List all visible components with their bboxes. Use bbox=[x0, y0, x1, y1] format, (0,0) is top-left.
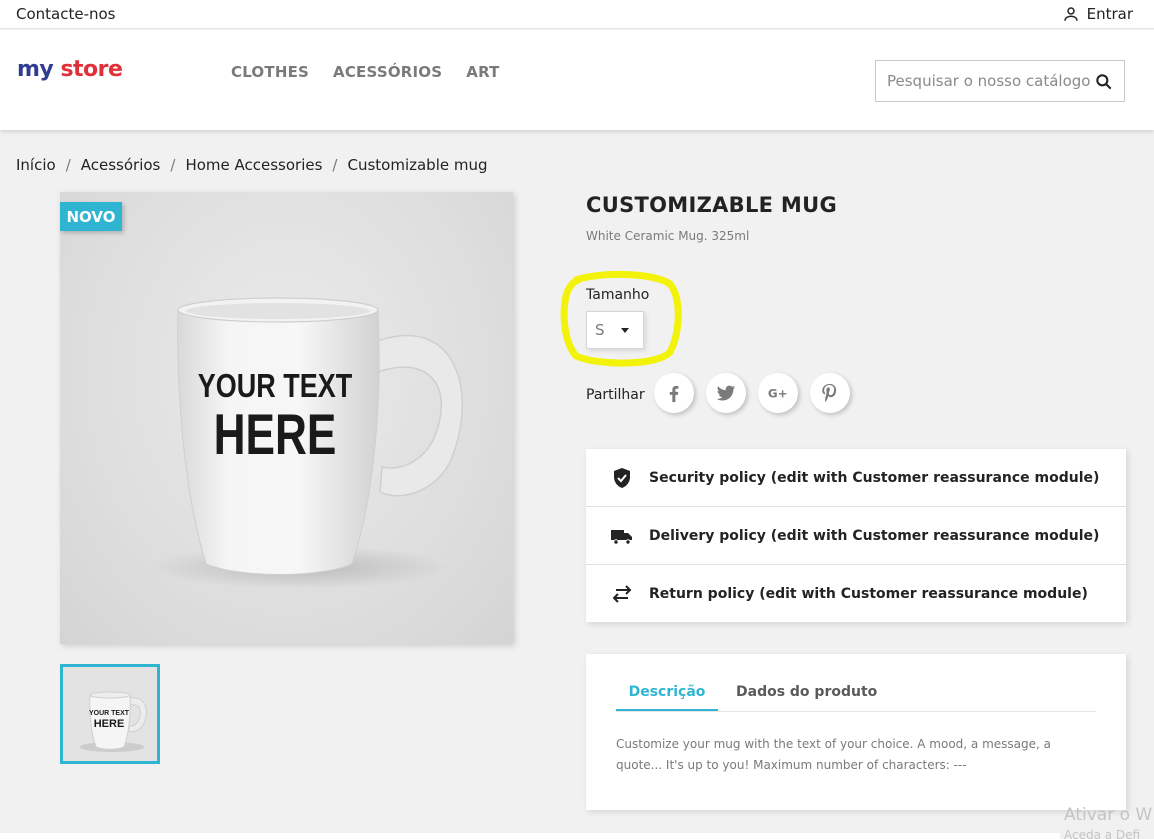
breadcrumb-separator: / bbox=[65, 156, 71, 174]
share-twitter-button[interactable] bbox=[706, 373, 746, 413]
tab-descricao[interactable]: Descrição bbox=[616, 684, 718, 712]
main-nav: CLOTHES ACESSÓRIOS ART bbox=[231, 63, 500, 81]
signin-link[interactable]: Entrar bbox=[1062, 5, 1133, 23]
reassurance-text: Security policy (edit with Customer reas… bbox=[649, 469, 1100, 486]
google-plus-icon: G+ bbox=[768, 387, 788, 401]
mug-text-line1: YOUR TEXT bbox=[198, 369, 353, 405]
windows-activation-watermark: Ativar o W bbox=[1064, 805, 1153, 825]
pinterest-icon bbox=[822, 383, 837, 403]
windows-activation-watermark-sub: Aceda a Defi bbox=[1064, 828, 1141, 839]
nav-item-art[interactable]: ART bbox=[466, 63, 499, 81]
search-icon[interactable] bbox=[1094, 72, 1114, 92]
truck-icon bbox=[611, 529, 632, 545]
breadcrumb: Início / Acessórios / Home Accessories /… bbox=[16, 156, 488, 174]
product-title: CUSTOMIZABLE MUG bbox=[586, 193, 837, 217]
logo-word-my: my bbox=[17, 57, 54, 82]
size-label: Tamanho bbox=[586, 287, 650, 303]
product-tabs: Descrição Dados do produto Customize you… bbox=[586, 654, 1126, 810]
product-description: Customize your mug with the text of your… bbox=[616, 737, 1051, 772]
footer-edge bbox=[0, 833, 1060, 839]
caret-down-icon bbox=[621, 328, 629, 333]
size-select-value: S bbox=[595, 321, 605, 339]
share-label: Partilhar bbox=[586, 387, 645, 403]
reassurance-item-delivery: Delivery policy (edit with Customer reas… bbox=[586, 507, 1126, 565]
share-facebook-button[interactable] bbox=[654, 373, 694, 413]
top-bar: Contacte-nos Entrar bbox=[0, 0, 1154, 29]
mug-illustration: YOUR TEXT HERE bbox=[150, 297, 463, 589]
logo-word-store: store bbox=[60, 57, 123, 82]
new-badge: NOVO bbox=[60, 202, 122, 231]
breadcrumb-item-home-accessories[interactable]: Home Accessories bbox=[185, 156, 322, 174]
size-select[interactable]: S bbox=[586, 311, 644, 349]
tabs-divider bbox=[616, 711, 1096, 712]
nav-item-clothes[interactable]: CLOTHES bbox=[231, 63, 309, 81]
product-thumbnail[interactable]: YOUR TEXT HERE bbox=[60, 664, 160, 764]
reassurance-block: Security policy (edit with Customer reas… bbox=[586, 449, 1126, 622]
breadcrumb-item-current: Customizable mug bbox=[347, 156, 488, 174]
signin-label: Entrar bbox=[1086, 5, 1133, 23]
reassurance-text: Return policy (edit with Customer reassu… bbox=[649, 586, 1088, 602]
thumb-text-line2: HERE bbox=[94, 718, 125, 730]
thumb-text-line1: YOUR TEXT bbox=[89, 710, 130, 717]
breadcrumb-separator: / bbox=[332, 156, 338, 174]
mug-text-line2: HERE bbox=[214, 403, 337, 467]
tab-dados-do-produto[interactable]: Dados do produto bbox=[736, 684, 877, 700]
breadcrumb-item-inicio[interactable]: Início bbox=[16, 156, 56, 174]
product-short-description: White Ceramic Mug. 325ml bbox=[586, 229, 750, 243]
nav-item-acessorios[interactable]: ACESSÓRIOS bbox=[333, 63, 442, 81]
product-main-image[interactable]: YOUR TEXT HERE bbox=[60, 192, 513, 644]
reassurance-item-security: Security policy (edit with Customer reas… bbox=[586, 449, 1126, 507]
breadcrumb-item-acessorios[interactable]: Acessórios bbox=[81, 156, 161, 174]
reassurance-text: Delivery policy (edit with Customer reas… bbox=[649, 527, 1100, 544]
breadcrumb-separator: / bbox=[170, 156, 176, 174]
mug-thumbnail-illustration: YOUR TEXT HERE bbox=[80, 691, 147, 752]
swap-arrows-icon bbox=[612, 585, 632, 603]
share-pinterest-button[interactable] bbox=[810, 373, 850, 413]
svg-text:G+: G+ bbox=[768, 387, 788, 401]
header: my store CLOTHES ACESSÓRIOS ART bbox=[0, 30, 1154, 130]
search-input[interactable] bbox=[876, 61, 1096, 101]
user-icon bbox=[1063, 7, 1078, 21]
contact-link[interactable]: Contacte-nos bbox=[16, 5, 116, 23]
reassurance-item-return: Return policy (edit with Customer reassu… bbox=[586, 565, 1126, 623]
search-box bbox=[875, 60, 1125, 102]
twitter-icon bbox=[716, 385, 736, 401]
store-logo[interactable]: my store bbox=[17, 57, 123, 82]
share-googleplus-button[interactable]: G+ bbox=[758, 373, 798, 413]
shield-check-icon bbox=[614, 467, 630, 488]
facebook-icon bbox=[669, 386, 679, 403]
